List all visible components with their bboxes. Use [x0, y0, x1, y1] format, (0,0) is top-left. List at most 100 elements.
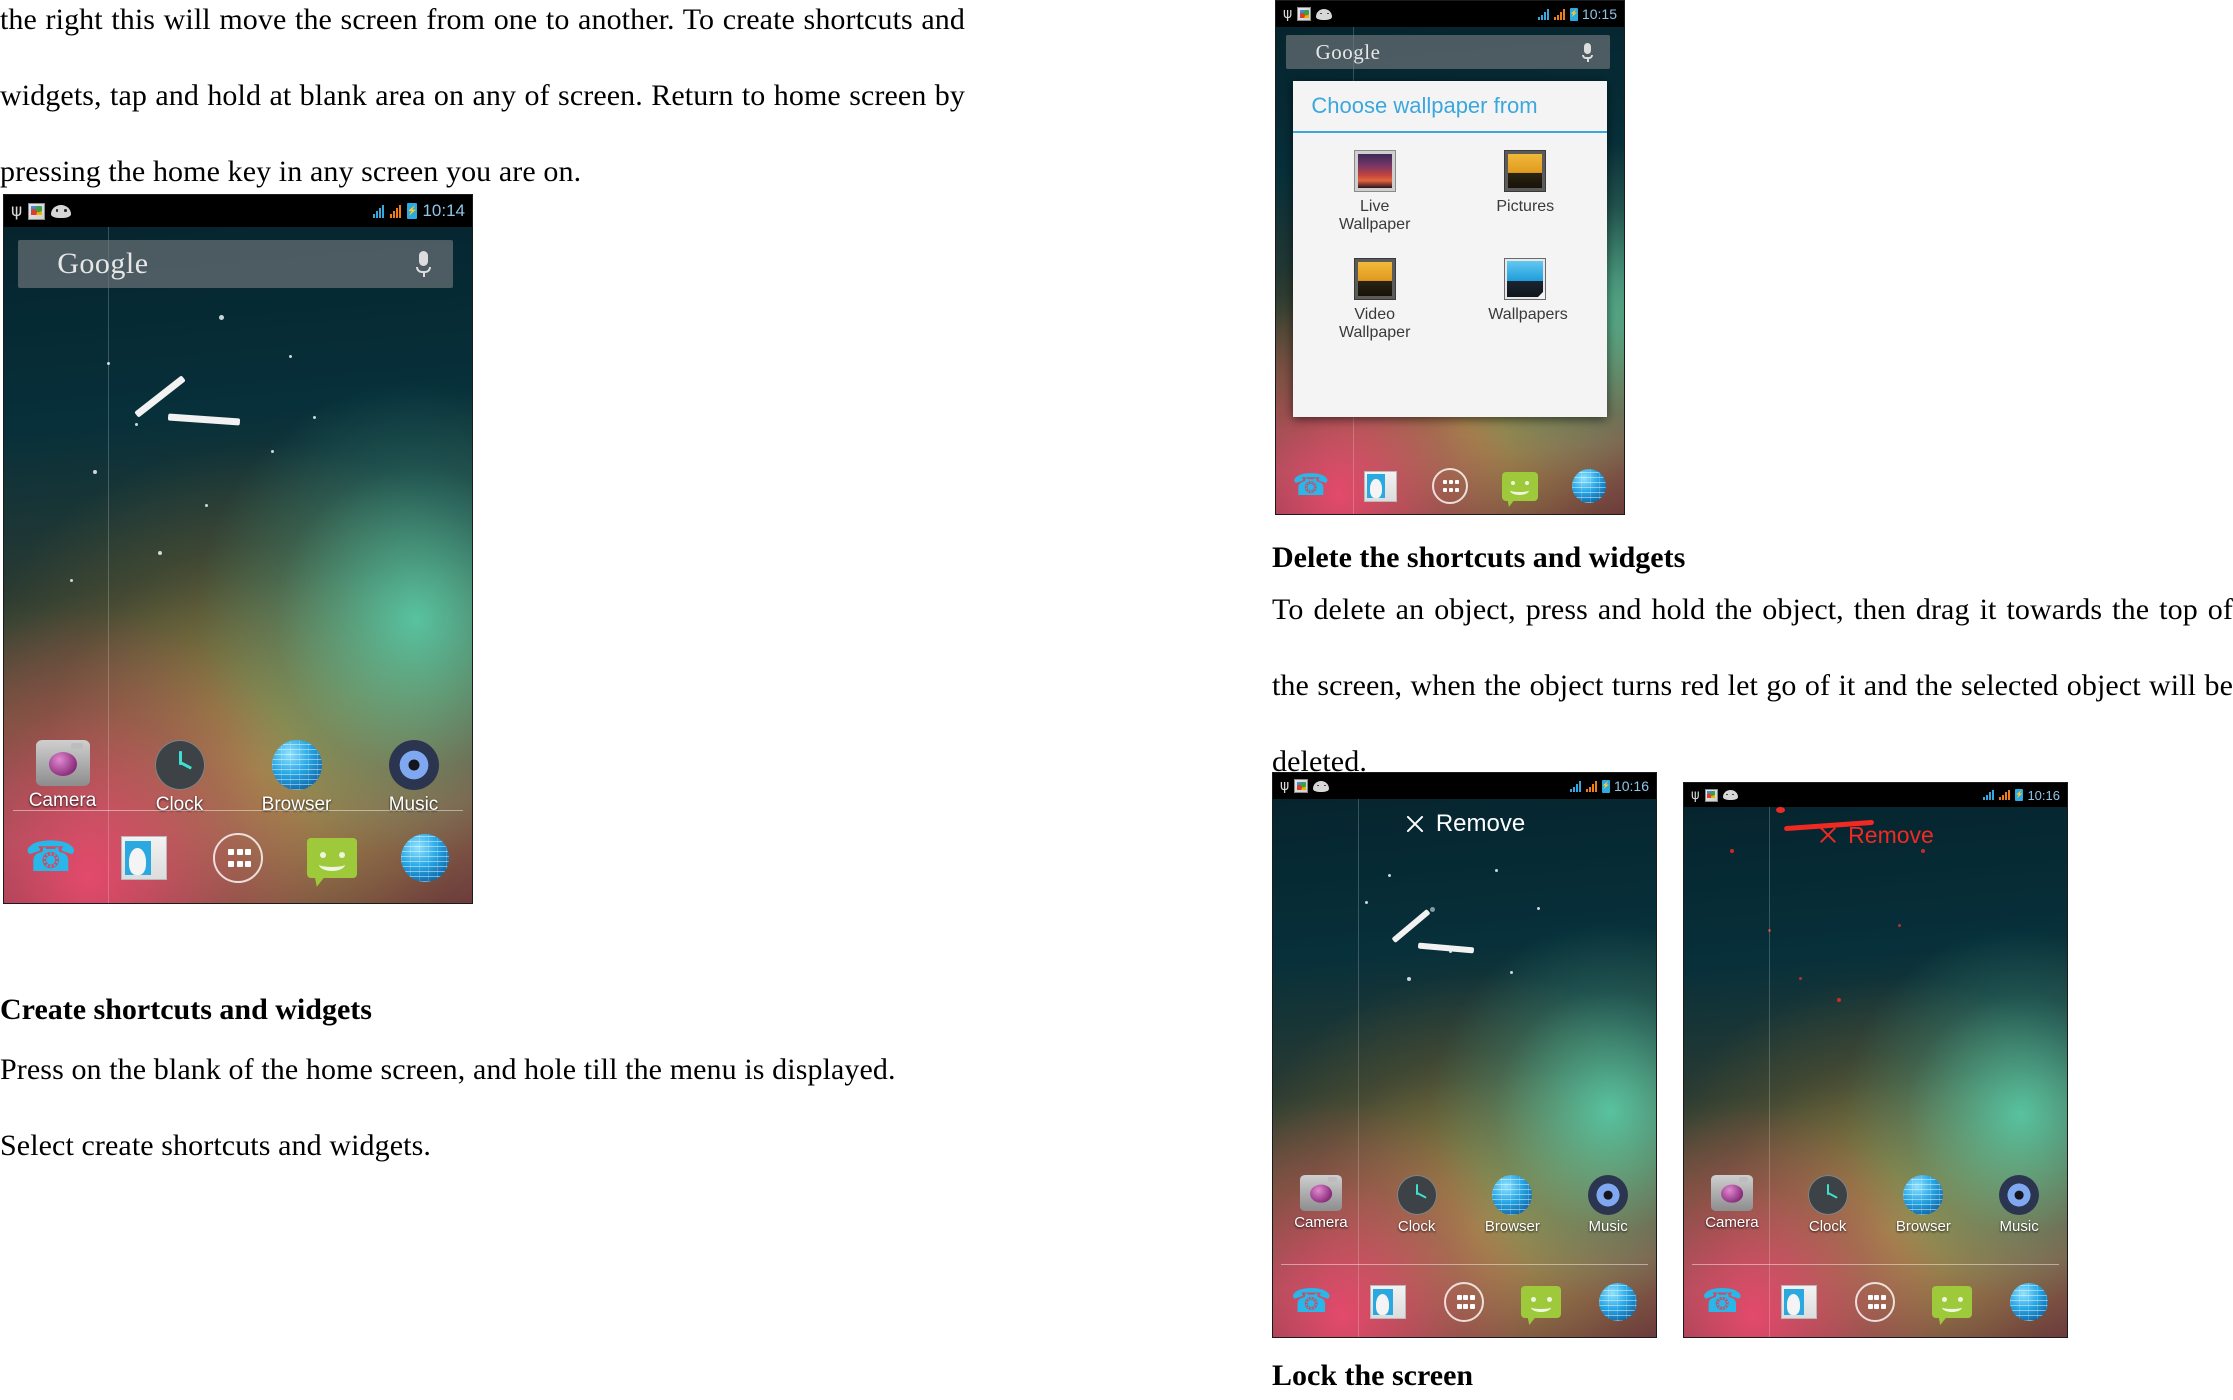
- remove-target-white[interactable]: Remove: [1273, 807, 1656, 841]
- dock-contacts[interactable]: [1761, 1285, 1838, 1319]
- signal-bars-blue-icon: [1983, 790, 1995, 800]
- dock-contacts[interactable]: [1346, 470, 1416, 502]
- signal-bars-blue-icon: [1569, 780, 1582, 792]
- usb-icon: [11, 201, 22, 221]
- wallpaper-option-live[interactable]: Live Wallpaper: [1299, 150, 1450, 235]
- gallery-icon: [1704, 788, 1718, 802]
- microphone-icon[interactable]: [1582, 42, 1594, 62]
- live-wallpaper-icon: [1353, 150, 1396, 192]
- dock-all-apps[interactable]: [1426, 1282, 1503, 1322]
- dock-messaging[interactable]: [1914, 1286, 1991, 1318]
- wallpaper-option-pictures[interactable]: Pictures: [1450, 150, 1601, 235]
- remove-label: Remove: [1848, 821, 1934, 848]
- dock-phone[interactable]: ☎: [4, 837, 98, 879]
- wallpaper: [1273, 799, 1656, 1337]
- dock-all-apps[interactable]: [191, 833, 285, 883]
- music-icon: [388, 740, 439, 790]
- app-label: Clock: [1397, 1218, 1436, 1235]
- figure-home-screen: 10:14: [3, 194, 473, 904]
- dock-browser[interactable]: [378, 834, 472, 882]
- microphone-icon[interactable]: [416, 251, 432, 277]
- camera-icon: [1710, 1175, 1753, 1211]
- signal-bars-orange-icon: [390, 204, 402, 218]
- dock-phone[interactable]: ☎: [1273, 1283, 1350, 1320]
- messaging-icon: [1501, 471, 1538, 501]
- left-heading-create-shortcuts: Create shortcuts and widgets: [0, 993, 372, 1026]
- remove-label: Remove: [1435, 810, 1526, 837]
- dock-messaging[interactable]: [1503, 1286, 1580, 1318]
- google-search-widget[interactable]: Google: [18, 240, 454, 288]
- dock-messaging[interactable]: [285, 838, 379, 878]
- music-icon: [1999, 1175, 2040, 1215]
- wallpaper-chooser-dialog[interactable]: Choose wallpaper from Live Wallpaper Pic…: [1293, 81, 1607, 417]
- android-icon: [51, 204, 72, 218]
- dock-contacts[interactable]: [98, 836, 192, 880]
- figure-remove-red: 10:16 Remove: [1683, 782, 2068, 1338]
- dock-browser[interactable]: [1990, 1283, 2067, 1321]
- remove-target-red[interactable]: Remove: [1684, 819, 2067, 851]
- app-camera[interactable]: Camera: [1273, 1175, 1369, 1235]
- wallpaper-option-video[interactable]: Video Wallpaper: [1299, 257, 1450, 343]
- camera-icon: [1299, 1175, 1342, 1211]
- messaging-icon: [1932, 1286, 1973, 1318]
- contacts-icon: [1780, 1285, 1817, 1319]
- dock-phone[interactable]: ☎: [1276, 471, 1346, 501]
- app-camera[interactable]: Camera: [1684, 1175, 1780, 1235]
- status-bar-time: 10:16: [1613, 778, 1649, 794]
- dock-all-apps[interactable]: [1837, 1282, 1914, 1322]
- all-apps-icon: [1855, 1282, 1896, 1322]
- dock-messaging[interactable]: [1485, 471, 1555, 501]
- dock-divider: [1691, 1264, 2060, 1265]
- gallery-icon: [28, 202, 46, 220]
- dock: ☎: [1276, 458, 1624, 514]
- browser-icon: [1598, 1283, 1637, 1321]
- wallpaper-stars: [1273, 799, 1656, 1337]
- camera-icon: [35, 740, 90, 786]
- app-row: Camera Clock Browser Music: [1273, 1175, 1656, 1235]
- browser-icon: [1903, 1175, 1944, 1215]
- right-heading-lock-screen: Lock the screen: [1272, 1359, 1474, 1392]
- app-music[interactable]: Music: [355, 740, 472, 816]
- video-wallpaper-icon: [1353, 257, 1396, 300]
- app-label: Clock: [1808, 1218, 1847, 1235]
- app-music[interactable]: Music: [1560, 1175, 1656, 1235]
- app-browser[interactable]: Browser: [1465, 1175, 1561, 1235]
- dialog-title-text: Choose wallpaper from: [1311, 93, 1538, 118]
- android-icon: [1313, 780, 1330, 792]
- clock-icon: [1396, 1175, 1437, 1215]
- all-apps-icon: [1431, 468, 1468, 504]
- app-browser[interactable]: Browser: [1876, 1175, 1972, 1235]
- dock: ☎: [1684, 1267, 2067, 1337]
- close-icon: [1404, 813, 1426, 835]
- app-label: Camera: [1294, 1214, 1348, 1231]
- drag-trail-dot: [1775, 807, 1785, 813]
- app-camera[interactable]: Camera: [4, 740, 121, 816]
- dock-phone[interactable]: ☎: [1684, 1285, 1761, 1319]
- status-bar: 10:14: [4, 195, 472, 227]
- app-clock[interactable]: Clock: [1780, 1175, 1876, 1235]
- app-row: Camera Clock Browser Music: [1684, 1175, 2067, 1235]
- app-row: Camera Clock Browser Music: [4, 740, 472, 816]
- google-logo: Google: [1315, 39, 1381, 64]
- wallpaper-stars: [1684, 807, 2067, 1337]
- phone-icon: ☎: [1290, 1283, 1332, 1320]
- clock-icon: [154, 740, 205, 790]
- android-icon: [1316, 8, 1333, 20]
- google-search-widget[interactable]: Google: [1286, 35, 1611, 69]
- wallpaper-option-wallpapers[interactable]: Wallpapers: [1450, 257, 1601, 343]
- dock-browser[interactable]: [1579, 1283, 1656, 1321]
- signal-bars-orange-icon: [1999, 790, 2011, 800]
- dock-contacts[interactable]: [1350, 1285, 1427, 1319]
- app-music[interactable]: Music: [1971, 1175, 2067, 1235]
- dock-all-apps[interactable]: [1415, 468, 1485, 504]
- music-icon: [1588, 1175, 1629, 1215]
- left-paragraph-1: the right this will move the screen from…: [0, 3, 965, 188]
- app-browser[interactable]: Browser: [238, 740, 355, 816]
- messaging-icon: [306, 838, 357, 878]
- dialog-title: Choose wallpaper from: [1293, 81, 1607, 133]
- app-clock[interactable]: Clock: [121, 740, 238, 816]
- status-bar-time: 10:16: [2027, 787, 2060, 803]
- dock-browser[interactable]: [1554, 469, 1624, 503]
- app-clock[interactable]: Clock: [1369, 1175, 1465, 1235]
- battery-charging-icon: [2015, 789, 2024, 801]
